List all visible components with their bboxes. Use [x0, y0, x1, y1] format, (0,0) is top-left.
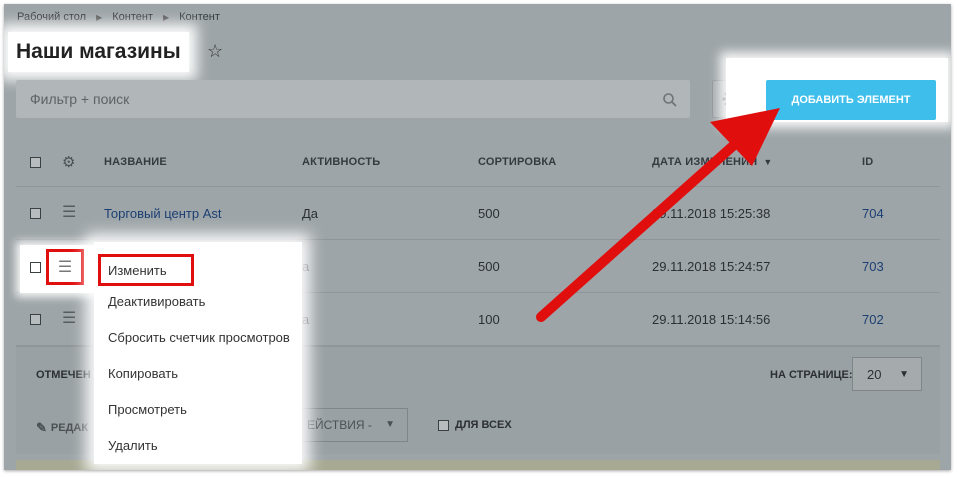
- page-frame: Рабочий стол ▶ Контент ▶ Контент Наши ма…: [4, 4, 951, 470]
- annotation-arrow: [536, 108, 780, 322]
